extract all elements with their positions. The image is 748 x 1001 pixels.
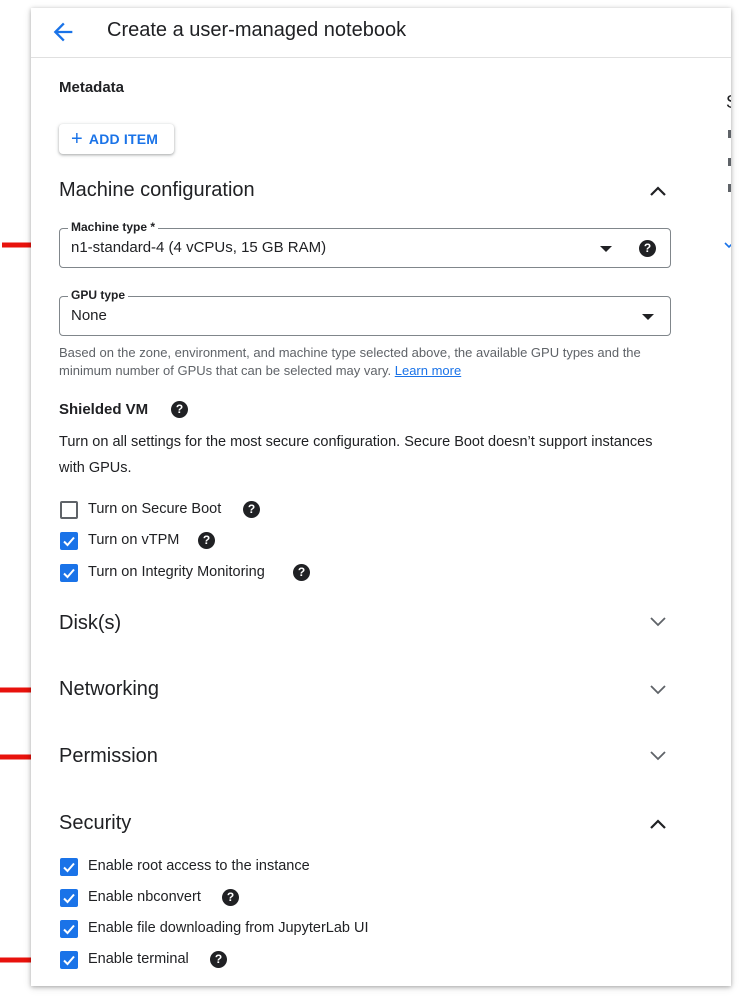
- gpu-hint: Based on the zone, environment, and mach…: [59, 345, 641, 378]
- dropdown-caret-icon: [600, 246, 612, 252]
- terminal-label: Enable terminal: [88, 951, 189, 967]
- chevron-down-icon[interactable]: [724, 240, 731, 250]
- root-access-label: Enable root access to the instance: [88, 858, 310, 874]
- dropdown-caret-icon: [642, 314, 654, 320]
- notebook-panel: Create a user-managed notebook S Metadat…: [31, 8, 731, 986]
- help-icon[interactable]: ?: [198, 532, 215, 549]
- add-item-button[interactable]: + ADD ITEM: [59, 124, 174, 154]
- gpu-type-select[interactable]: GPU type None: [59, 288, 671, 336]
- machine-type-label: Machine type *: [68, 220, 159, 234]
- checkmark-icon: [63, 536, 75, 547]
- learn-more-link[interactable]: Learn more: [395, 363, 461, 378]
- permission-heading[interactable]: Permission: [59, 745, 158, 768]
- integrity-monitoring-checkbox[interactable]: [60, 564, 78, 582]
- metadata-label: Metadata: [59, 79, 125, 96]
- machine-type-select[interactable]: Machine type * n1-standard-4 (4 vCPUs, 1…: [59, 220, 671, 268]
- shielded-vm-description: Turn on all settings for the most secure…: [59, 434, 653, 476]
- terminal-checkbox[interactable]: [60, 951, 78, 969]
- side-panel-text: [728, 130, 731, 138]
- file-downloading-checkbox[interactable]: [60, 920, 78, 938]
- disks-heading[interactable]: Disk(s): [59, 612, 121, 635]
- file-downloading-label: Enable file downloading from JupyterLab …: [88, 920, 369, 936]
- help-icon[interactable]: ?: [171, 401, 188, 418]
- gpu-hint-text: Based on the zone, environment, and mach…: [59, 344, 679, 380]
- header-bar: Create a user-managed notebook: [31, 8, 731, 58]
- machine-configuration-heading: Machine configuration: [59, 179, 255, 201]
- secure-boot-checkbox[interactable]: [60, 501, 78, 519]
- security-heading[interactable]: Security: [59, 812, 131, 835]
- checkmark-icon: [63, 893, 75, 904]
- checkmark-icon: [63, 924, 75, 935]
- nbconvert-label: Enable nbconvert: [88, 889, 201, 905]
- page-title: Create a user-managed notebook: [107, 19, 407, 41]
- gpu-type-label: GPU type: [68, 288, 129, 302]
- chevron-down-icon[interactable]: [648, 748, 668, 762]
- chevron-down-icon[interactable]: [648, 614, 668, 628]
- nbconvert-checkbox[interactable]: [60, 889, 78, 907]
- chevron-up-icon[interactable]: [648, 817, 668, 831]
- chevron-down-icon[interactable]: [648, 682, 668, 696]
- arrow-back-icon[interactable]: [49, 18, 77, 46]
- help-icon[interactable]: ?: [222, 889, 239, 906]
- checkmark-icon: [63, 568, 75, 579]
- networking-heading[interactable]: Networking: [59, 678, 159, 701]
- plus-icon: +: [71, 128, 83, 150]
- help-icon[interactable]: ?: [210, 951, 227, 968]
- integrity-monitoring-label: Turn on Integrity Monitoring: [88, 564, 265, 580]
- chevron-up-icon[interactable]: [648, 184, 668, 198]
- machine-type-value: n1-standard-4 (4 vCPUs, 15 GB RAM): [71, 239, 327, 256]
- add-item-label: ADD ITEM: [88, 131, 159, 147]
- help-icon[interactable]: ?: [243, 501, 260, 518]
- checkmark-icon: [63, 862, 75, 873]
- vtpm-checkbox[interactable]: [60, 532, 78, 550]
- shielded-vm-heading: Shielded VM: [59, 401, 149, 418]
- root-access-checkbox[interactable]: [60, 858, 78, 876]
- help-icon[interactable]: ?: [639, 240, 656, 257]
- gpu-type-value: None: [71, 307, 107, 324]
- secure-boot-label: Turn on Secure Boot: [88, 501, 222, 517]
- side-panel-text: [728, 158, 731, 166]
- side-panel-heading: S: [726, 92, 731, 113]
- help-icon[interactable]: ?: [293, 564, 310, 581]
- side-panel-text: [728, 184, 731, 192]
- vtpm-label: Turn on vTPM: [88, 532, 180, 548]
- checkmark-icon: [63, 955, 75, 966]
